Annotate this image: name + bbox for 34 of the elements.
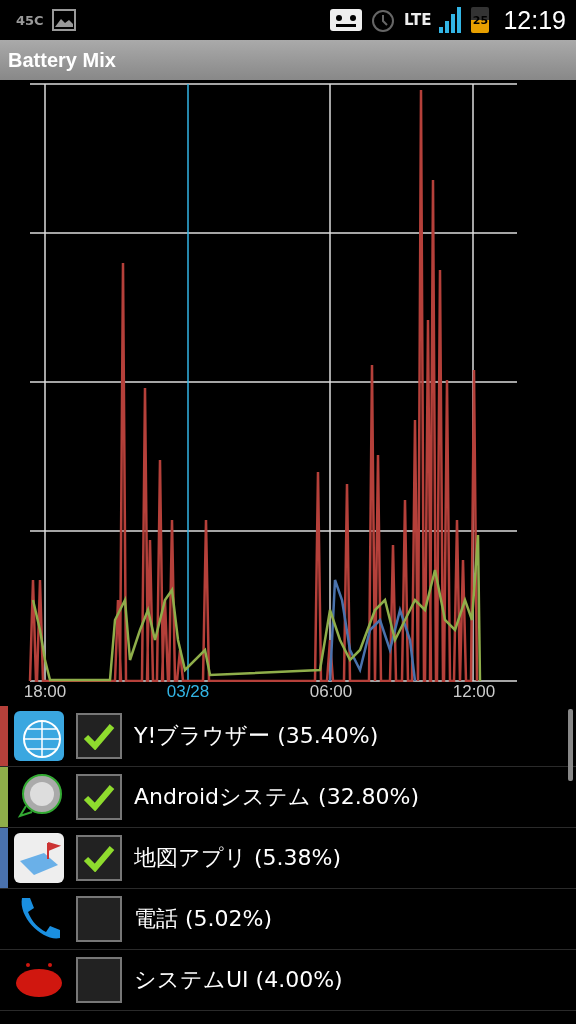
check-icon [83,783,115,811]
image-icon [51,9,76,31]
checkbox[interactable] [76,774,122,820]
clock-text: 12:19 [503,5,566,35]
app-row[interactable]: Y!ブラウザー (35.40%) [0,706,576,767]
app-label: 地図アプリ (5.38%) [134,844,342,872]
temperature-text: 45C [16,12,44,28]
app-row[interactable]: システムUI (4.00%) [0,950,576,1011]
app-row[interactable]: 電話 (5.02%) [0,889,576,950]
voicemail-icon [329,9,362,31]
globe-icon [14,711,64,761]
checkbox[interactable] [76,835,122,881]
app-label: Y!ブラウザー (35.40%) [134,722,379,750]
checkbox[interactable] [76,713,122,759]
checkbox[interactable] [76,896,122,942]
app-label: Androidシステム (32.80%) [134,783,420,811]
app-row[interactable]: Androidシステム (32.80%) [0,767,576,828]
axis-label: 12:00 [451,682,497,703]
checkbox[interactable] [76,957,122,1003]
app-label: システムUI (4.00%) [134,966,343,994]
scrollbar [568,709,573,781]
app-title: Battery Mix [8,48,116,72]
network-type-text: LTE [403,11,432,29]
map-icon [14,833,64,883]
axis-label: 18:00 [22,682,68,703]
app-row[interactable]: 地図アプリ (5.38%) [0,828,576,889]
app-label: 電話 (5.02%) [134,905,273,933]
check-icon [83,722,115,750]
battery-icon: 25 [471,7,490,33]
check-icon [83,844,115,872]
signal-icon [439,7,464,33]
axis-label: 03/28 [165,682,211,703]
axis-label: 06:00 [308,682,354,703]
alarm-icon [369,7,396,33]
